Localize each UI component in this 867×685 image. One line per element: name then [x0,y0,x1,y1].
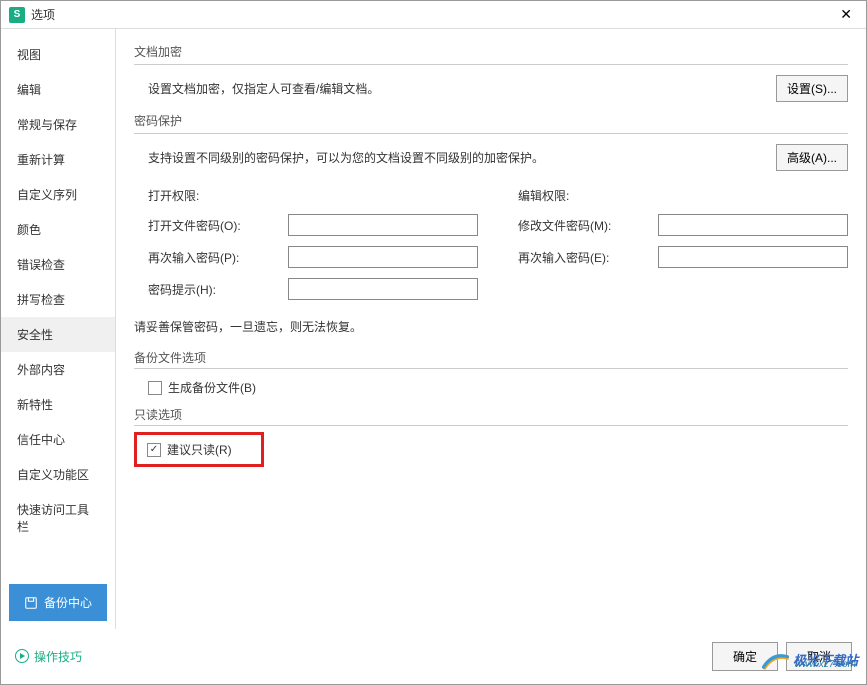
generate-backup-checkbox[interactable] [148,381,162,395]
edit-confirm-input[interactable] [658,246,848,268]
divider [134,425,848,426]
sidebar-item-color[interactable]: 颜色 [1,212,115,247]
sidebar-item-new-features[interactable]: 新特性 [1,387,115,422]
open-pw-label: 打开文件密码(O): [148,217,288,234]
encryption-title: 文档加密 [134,43,848,60]
content-panel: 文档加密 设置文档加密，仅指定人可查看/编辑文档。 设置(S)... 密码保护 … [116,29,866,629]
titlebar: S 选项 ✕ [1,1,866,29]
tips-label: 操作技巧 [34,648,82,665]
open-perm-header: 打开权限: [148,187,478,204]
hint-input[interactable] [288,278,478,300]
password-desc: 支持设置不同级别的密码保护，可以为您的文档设置不同级别的加密保护。 [148,149,776,166]
suggest-readonly-label: 建议只读(R) [167,441,232,458]
cancel-button[interactable]: 取消 [786,642,852,671]
sidebar-item-custom-ribbon[interactable]: 自定义功能区 [1,457,115,492]
suggest-readonly-checkbox[interactable]: ✓ [147,443,161,457]
sidebar-item-view[interactable]: 视图 [1,37,115,72]
backup-icon [24,596,38,610]
password-warning: 请妥善保管密码，一旦遗忘，则无法恢复。 [134,300,848,349]
main-area: 视图 编辑 常规与保存 重新计算 自定义序列 颜色 错误检查 拼写检查 安全性 … [1,29,866,629]
divider [134,368,848,369]
open-confirm-label: 再次输入密码(P): [148,249,288,266]
sidebar-item-recalc[interactable]: 重新计算 [1,142,115,177]
edit-perm-header: 编辑权限: [518,187,848,204]
play-icon [15,649,29,663]
app-icon: S [9,7,25,23]
footer: 操作技巧 极光下载站 www.xz7.com 确定 取消 [1,629,866,683]
sidebar-item-spell-check[interactable]: 拼写检查 [1,282,115,317]
window-title: 选项 [31,6,834,23]
edit-confirm-label: 再次输入密码(E): [518,249,658,266]
generate-backup-label: 生成备份文件(B) [168,379,256,396]
divider [134,133,848,134]
backup-center-label: 备份中心 [44,594,92,611]
hint-label: 密码提示(H): [148,281,288,298]
edit-pw-input[interactable] [658,214,848,236]
open-pw-input[interactable] [288,214,478,236]
sidebar-item-external[interactable]: 外部内容 [1,352,115,387]
close-button[interactable]: ✕ [834,4,858,25]
sidebar-item-general-save[interactable]: 常规与保存 [1,107,115,142]
backup-section-title: 备份文件选项 [134,349,848,366]
divider [134,64,848,65]
sidebar-item-edit[interactable]: 编辑 [1,72,115,107]
edit-pw-label: 修改文件密码(M): [518,217,658,234]
sidebar: 视图 编辑 常规与保存 重新计算 自定义序列 颜色 错误检查 拼写检查 安全性 … [1,29,116,629]
sidebar-item-security[interactable]: 安全性 [1,317,115,352]
password-form: 打开权限: 编辑权限: 打开文件密码(O): 修改文件密码(M): 再次输入密码… [134,187,848,300]
encryption-settings-button[interactable]: 设置(S)... [776,75,848,102]
tips-link[interactable]: 操作技巧 [15,648,82,665]
password-title: 密码保护 [134,112,848,129]
open-confirm-input[interactable] [288,246,478,268]
sidebar-item-trust-center[interactable]: 信任中心 [1,422,115,457]
ok-button[interactable]: 确定 [712,642,778,671]
readonly-section-title: 只读选项 [134,406,848,423]
encryption-desc: 设置文档加密，仅指定人可查看/编辑文档。 [148,80,776,97]
sidebar-list: 视图 编辑 常规与保存 重新计算 自定义序列 颜色 错误检查 拼写检查 安全性 … [1,37,115,576]
backup-center-button[interactable]: 备份中心 [9,584,107,621]
readonly-highlight: ✓ 建议只读(R) [134,432,264,467]
sidebar-item-quick-access[interactable]: 快速访问工具栏 [1,492,115,544]
sidebar-item-custom-seq[interactable]: 自定义序列 [1,177,115,212]
password-advanced-button[interactable]: 高级(A)... [776,144,848,171]
sidebar-item-error-check[interactable]: 错误检查 [1,247,115,282]
